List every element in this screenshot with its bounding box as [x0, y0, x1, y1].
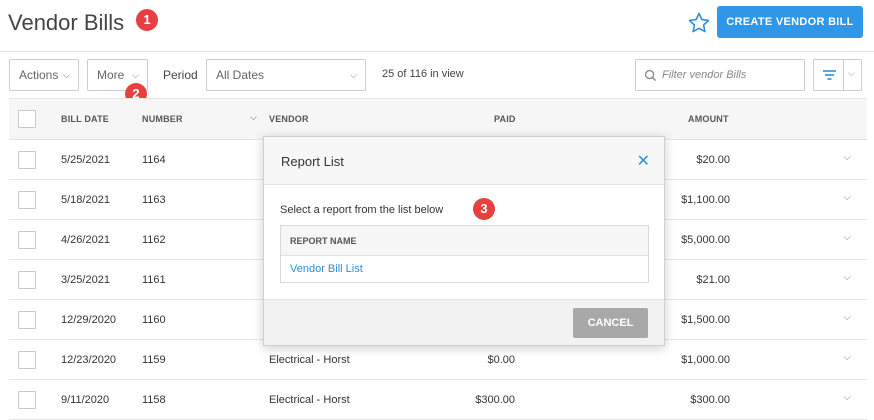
cell-vendor: Electrical - Horst	[269, 354, 350, 366]
column-header-amount[interactable]: AMOUNT	[688, 114, 729, 124]
cell-amount: $1,000.00	[681, 354, 730, 366]
records-in-view: 25 of 116 in view	[382, 68, 464, 80]
page-header: Vendor Bills 1 CREATE VENDOR BILL	[0, 0, 874, 52]
filter-button[interactable]	[813, 59, 844, 91]
cell-amount: $20.00	[696, 154, 730, 166]
cell-bill-date: 12/29/2020	[61, 314, 117, 326]
sort-chevron-icon[interactable]: ⌵	[250, 112, 257, 123]
filter-vendor-bills-input[interactable]: Filter vendor Bills	[635, 59, 805, 91]
cell-amount: $1,100.00	[681, 194, 730, 206]
cell-bill-date: 5/25/2021	[61, 154, 110, 166]
column-header-bill-date[interactable]: BILL DATE	[61, 114, 109, 124]
expand-row-chevron-icon[interactable]: ⌵	[843, 352, 851, 363]
row-checkbox[interactable]	[18, 271, 36, 289]
column-header-number[interactable]: NUMBER	[142, 114, 183, 124]
row-checkbox[interactable]	[18, 311, 36, 329]
more-label: More	[97, 68, 125, 82]
cell-number: 1161	[142, 274, 166, 286]
report-link-vendor-bill-list[interactable]: Vendor Bill List	[290, 263, 363, 275]
expand-row-chevron-icon[interactable]: ⌵	[843, 152, 851, 163]
select-all-checkbox[interactable]	[18, 110, 36, 128]
report-table-header: REPORT NAME	[281, 226, 648, 256]
period-select[interactable]: All Dates ⌵	[206, 59, 366, 91]
table-row[interactable]: 9/11/2020 1158 Electrical - Horst $300.00 $3…	[9, 380, 867, 420]
cell-bill-date: 12/23/2020	[61, 354, 117, 366]
cell-bill-date: 3/25/2021	[61, 274, 110, 286]
expand-row-chevron-icon[interactable]: ⌵	[843, 192, 851, 203]
cell-amount: $1,500.00	[681, 314, 730, 326]
chevron-down-icon: ⌵	[350, 70, 357, 80]
cell-number: 1160	[142, 314, 166, 326]
row-checkbox[interactable]	[18, 191, 36, 209]
step-badge-1: 1	[136, 9, 158, 31]
close-icon[interactable]: ✕	[637, 151, 650, 171]
row-checkbox[interactable]	[18, 151, 36, 169]
filter-icon	[823, 70, 836, 80]
filter-options-button[interactable]: ⌵	[844, 59, 862, 91]
cell-number: 1158	[142, 394, 166, 406]
cell-paid: $0.00	[487, 354, 515, 366]
table-header: BILL DATE NUMBER ⌵ VENDOR PAID AMOUNT	[9, 98, 867, 140]
cancel-button[interactable]: CANCEL	[573, 308, 648, 338]
step-badge-3: 3	[473, 198, 495, 220]
report-list-dialog: Report List ✕ Select a report from the l…	[263, 136, 665, 346]
chevron-down-icon: ⌵	[63, 70, 70, 80]
filter-placeholder: Filter vendor Bills	[662, 69, 747, 81]
expand-row-chevron-icon[interactable]: ⌵	[843, 312, 851, 323]
actions-dropdown[interactable]: Actions ⌵	[9, 59, 79, 91]
cell-bill-date: 9/11/2020	[61, 394, 110, 406]
cell-paid: $300.00	[475, 394, 515, 406]
cell-vendor: Electrical - Horst	[269, 394, 350, 406]
period-value: All Dates	[216, 68, 265, 82]
search-icon	[644, 69, 657, 82]
column-header-report-name: REPORT NAME	[290, 236, 357, 246]
dialog-prompt: Select a report from the list below	[280, 204, 444, 216]
cell-amount: $300.00	[690, 394, 730, 406]
star-icon[interactable]	[687, 11, 711, 35]
dialog-title: Report List	[281, 154, 344, 169]
cell-number: 1164	[142, 154, 166, 166]
row-checkbox[interactable]	[18, 231, 36, 249]
report-table: REPORT NAME Vendor Bill List	[280, 225, 649, 283]
actions-label: Actions	[19, 68, 59, 82]
dialog-footer: CANCEL	[264, 299, 664, 345]
expand-row-chevron-icon[interactable]: ⌵	[843, 272, 851, 283]
row-checkbox[interactable]	[18, 351, 36, 369]
cell-amount: $5,000.00	[681, 234, 730, 246]
cell-amount: $21.00	[696, 274, 730, 286]
column-header-paid[interactable]: PAID	[494, 114, 516, 124]
create-vendor-bill-button[interactable]: CREATE VENDOR BILL	[717, 6, 863, 38]
cell-bill-date: 5/18/2021	[61, 194, 110, 206]
toolbar: Actions ⌵ More ⌵ 2 Period All Dates ⌵ 25…	[0, 52, 874, 105]
expand-row-chevron-icon[interactable]: ⌵	[843, 392, 851, 403]
cell-bill-date: 4/26/2021	[61, 234, 110, 246]
cell-number: 1162	[142, 234, 166, 246]
cell-number: 1159	[142, 354, 166, 366]
dialog-header: Report List ✕	[264, 137, 664, 185]
chevron-down-icon: ⌵	[848, 68, 855, 78]
expand-row-chevron-icon[interactable]: ⌵	[843, 232, 851, 243]
cell-number: 1163	[142, 194, 166, 206]
page-title: Vendor Bills	[8, 10, 125, 35]
column-header-vendor[interactable]: VENDOR	[269, 114, 309, 124]
period-label: Period	[163, 68, 198, 82]
row-checkbox[interactable]	[18, 391, 36, 409]
table-row[interactable]: 12/23/2020 1159 Electrical - Horst $0.00 $1,…	[9, 340, 867, 380]
